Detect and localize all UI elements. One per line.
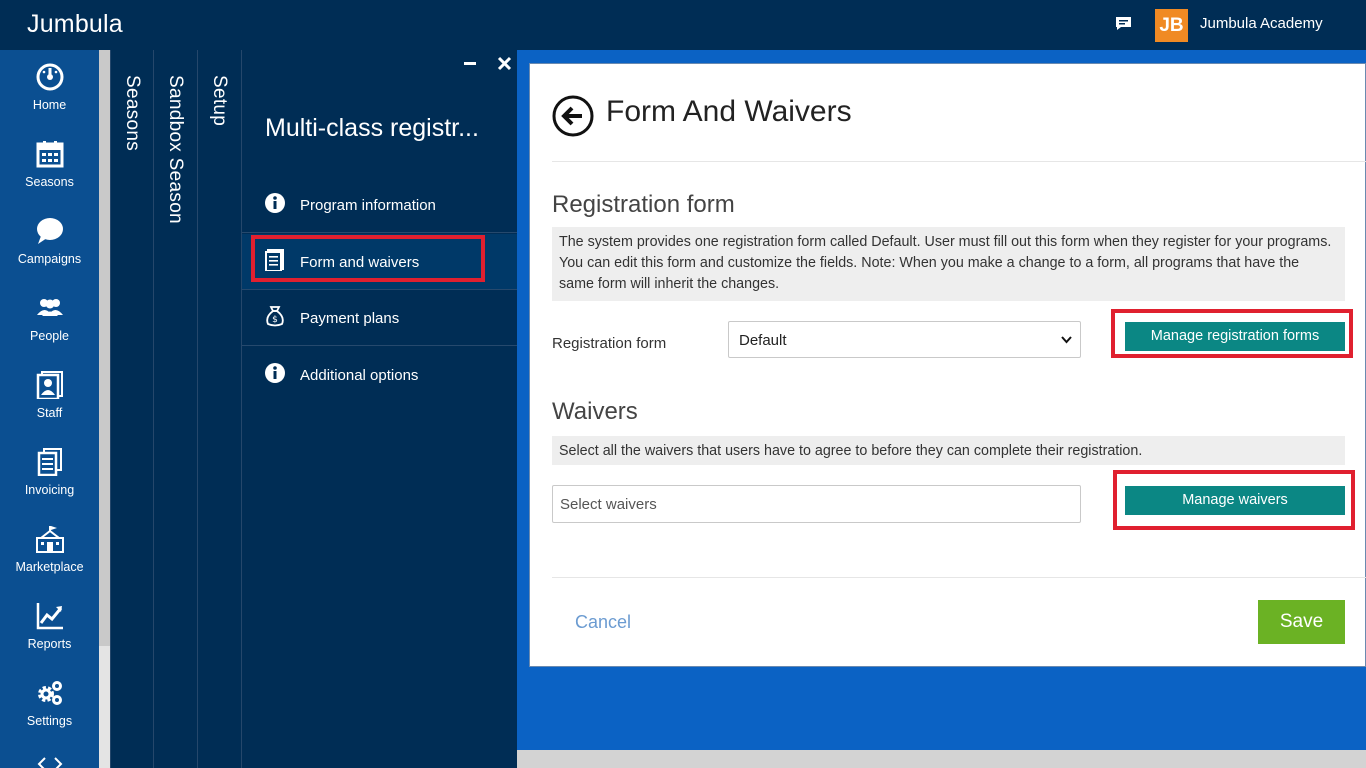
nav-label: Marketplace	[15, 560, 84, 574]
breadcrumb-setup[interactable]: Setup	[197, 50, 241, 768]
cancel-button[interactable]: Cancel	[575, 612, 631, 633]
menu-item-additional-options[interactable]: Additional options	[242, 347, 517, 403]
org-logo[interactable]: JB	[1155, 9, 1188, 42]
svg-text:$: $	[272, 315, 278, 325]
minimize-icon[interactable]	[464, 62, 476, 65]
nav-label: Reports	[27, 637, 72, 651]
manage-waivers-button[interactable]: Manage waivers	[1125, 486, 1345, 515]
chevron-down-icon	[1061, 336, 1072, 344]
info-icon	[265, 363, 285, 383]
divider	[552, 161, 1366, 162]
waivers-select-input[interactable]	[552, 485, 1081, 523]
nav-item-home[interactable]: Home	[0, 63, 99, 133]
menu-item-payment-plans[interactable]: $ Payment plans	[242, 290, 517, 346]
waivers-heading: Waivers	[552, 398, 638, 425]
breadcrumb-label: Seasons	[122, 75, 143, 152]
registration-heading: Registration form	[552, 191, 735, 218]
dashboard-icon	[36, 63, 64, 91]
page-title: Form And Waivers	[606, 95, 852, 128]
menu-item-program-information[interactable]: Program information	[242, 177, 517, 233]
close-icon[interactable]	[497, 56, 512, 71]
back-arrow-icon[interactable]	[552, 95, 594, 137]
waivers-info: Select all the waivers that users have t…	[552, 436, 1345, 465]
registration-form-select[interactable]: Default	[728, 321, 1081, 358]
chat-icon[interactable]	[1115, 16, 1132, 31]
info-icon	[265, 193, 285, 213]
divider	[242, 345, 517, 346]
save-button[interactable]: Save	[1258, 600, 1345, 644]
nav-item-seasons[interactable]: Seasons	[0, 140, 99, 210]
manage-registration-forms-button[interactable]: Manage registration forms	[1125, 322, 1345, 351]
nav-scrollbar[interactable]	[99, 50, 110, 768]
top-bar: Jumbula JB Jumbula Academy	[0, 0, 1366, 50]
nav-item-reports[interactable]: Reports	[0, 602, 99, 672]
org-name[interactable]: Jumbula Academy	[1200, 15, 1323, 32]
select-value: Default	[739, 332, 787, 349]
nav-label: Invoicing	[24, 483, 75, 497]
menu-item-label: Additional options	[300, 367, 419, 384]
form-card: Form And Waivers Registration form The s…	[529, 63, 1366, 667]
breadcrumb-label: Setup	[209, 75, 230, 127]
staff-badge-icon	[36, 371, 63, 399]
brand-logo[interactable]: Jumbula	[27, 10, 123, 39]
money-bag-icon: $	[266, 306, 284, 327]
nav-item-invoicing[interactable]: Invoicing	[0, 448, 99, 518]
chart-line-icon	[36, 603, 63, 630]
divider	[242, 232, 517, 233]
panel-title: Multi-class registr...	[265, 114, 479, 142]
left-nav: Home Seasons Campaigns People Staff Invo…	[0, 50, 99, 768]
waivers-input[interactable]	[553, 486, 1080, 522]
gears-icon	[38, 681, 62, 705]
menu-item-label: Form and waivers	[300, 254, 420, 271]
menu-item-form-and-waivers[interactable]: Form and waivers	[242, 234, 517, 290]
nav-label: People	[30, 329, 69, 343]
building-icon	[36, 526, 64, 553]
breadcrumb-sandbox-season[interactable]: Sandbox Season	[153, 50, 197, 768]
breadcrumb-label: Sandbox Season	[165, 75, 186, 224]
registration-form-label: Registration form	[552, 335, 667, 352]
menu-item-label: Payment plans	[300, 310, 400, 327]
nav-label: Campaigns	[17, 252, 82, 266]
nav-item-people[interactable]: People	[0, 294, 99, 364]
nav-item-campaigns[interactable]: Campaigns	[0, 217, 99, 287]
nav-scrollbar-thumb[interactable]	[99, 50, 110, 646]
divider	[552, 577, 1366, 578]
nav-item-settings[interactable]: Settings	[0, 679, 99, 749]
nav-item-marketplace[interactable]: Marketplace	[0, 525, 99, 595]
registration-info: The system provides one registration for…	[552, 227, 1345, 301]
setup-panel: Multi-class registr... Program informati…	[241, 50, 517, 768]
chat-bubble-icon	[37, 218, 63, 244]
nav-label: Home	[32, 98, 67, 112]
document-icon	[265, 249, 284, 271]
nav-label: Staff	[36, 406, 63, 420]
chevrons-icon[interactable]	[36, 754, 64, 768]
nav-item-staff[interactable]: Staff	[0, 371, 99, 441]
nav-label: Settings	[26, 714, 73, 728]
invoice-icon	[37, 448, 62, 476]
people-icon	[37, 299, 63, 316]
nav-label: Seasons	[25, 175, 74, 189]
menu-item-label: Program information	[300, 197, 436, 214]
calendar-icon	[36, 141, 64, 168]
breadcrumb-seasons[interactable]: Seasons	[110, 50, 154, 768]
